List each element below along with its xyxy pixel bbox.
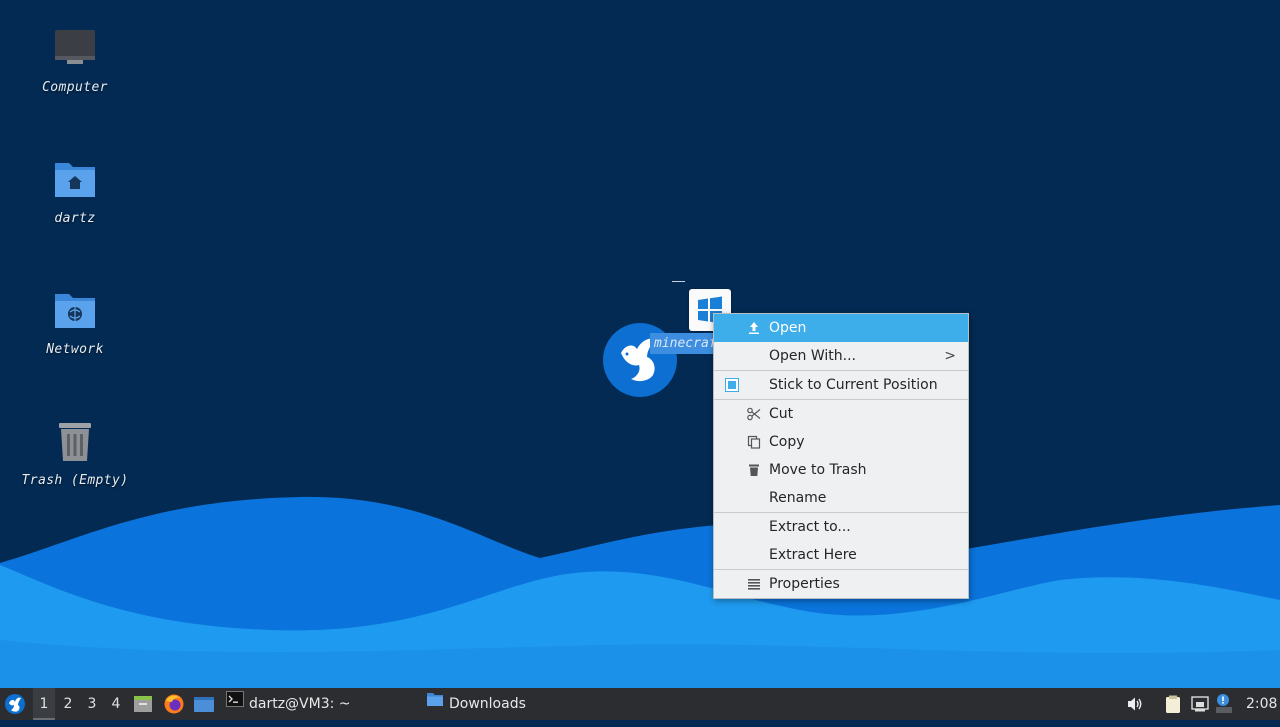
desktop-icon-network[interactable]: Network — [10, 288, 140, 357]
desktop-launcher[interactable] — [193, 688, 215, 720]
folder-icon — [426, 688, 444, 720]
menu-item-copy[interactable]: Copy — [714, 428, 968, 456]
volume-icon — [1128, 697, 1142, 711]
menu-item-properties[interactable]: Properties — [714, 570, 968, 598]
desktop-icon-label: dartz — [54, 211, 96, 226]
network-wired-icon — [1191, 696, 1209, 712]
firefox-launcher[interactable] — [163, 688, 187, 720]
trash-icon — [51, 419, 99, 467]
firefox-icon — [164, 694, 184, 714]
chevron-right-icon: > — [944, 348, 956, 364]
workspace-4[interactable]: 4 — [105, 688, 127, 720]
terminal-icon — [226, 688, 244, 720]
context-menu: Open Open With... > Stick to Current Pos… — [713, 313, 969, 599]
menu-item-label: Move to Trash — [769, 462, 867, 478]
menu-item-label: Cut — [769, 406, 794, 422]
desktop: Computer dartz Network Trash (Empty) min… — [0, 0, 1280, 688]
desktop-icon-label: Computer — [42, 80, 108, 95]
desktop-icon-home[interactable]: dartz — [10, 157, 140, 226]
start-menu-button[interactable] — [4, 688, 28, 720]
menu-item-label: Extract Here — [769, 547, 857, 563]
computer-icon — [51, 26, 99, 74]
menu-item-cut[interactable]: Cut — [714, 400, 968, 428]
workspace-1[interactable]: 1 — [33, 688, 55, 720]
menu-item-label: Stick to Current Position — [769, 377, 938, 393]
menu-item-label: Extract to... — [769, 519, 851, 535]
menu-item-label: Rename — [769, 490, 827, 506]
menu-item-extract-to[interactable]: Extract to... — [714, 513, 968, 541]
trash-icon — [747, 463, 761, 477]
taskbar: 1 2 3 4 dartz@VM3: ~ Downloads 2:08 — [0, 688, 1280, 720]
drag-marker — [672, 281, 685, 282]
menu-item-extract-here[interactable]: Extract Here — [714, 541, 968, 569]
desktop-icon-label: Trash (Empty) — [21, 473, 129, 488]
home-folder-icon — [51, 157, 99, 205]
desktop-icon-computer[interactable]: Computer — [10, 26, 140, 95]
lubuntu-logo-icon — [5, 694, 25, 714]
clipboard-icon — [1166, 695, 1180, 713]
menu-item-open[interactable]: Open — [714, 314, 968, 342]
show-desktop-icon — [194, 697, 214, 712]
open-icon — [747, 321, 761, 335]
menu-item-label: Properties — [769, 576, 840, 592]
menu-item-stick-to-position[interactable]: Stick to Current Position — [714, 371, 968, 399]
menu-item-label: Copy — [769, 434, 805, 450]
copy-icon — [747, 435, 761, 449]
file-manager-launcher[interactable] — [133, 688, 155, 720]
menu-item-rename[interactable]: Rename — [714, 484, 968, 512]
menu-item-label: Open — [769, 320, 807, 336]
workspace-2[interactable]: 2 — [57, 688, 79, 720]
update-notification-icon — [1216, 694, 1232, 713]
network-tray-button[interactable] — [1190, 688, 1212, 720]
taskbar-task-terminal[interactable]: dartz@VM3: ~ — [226, 688, 351, 720]
task-label: Downloads — [449, 696, 526, 712]
clock[interactable]: 2:08 — [1246, 688, 1277, 720]
updates-tray-button[interactable] — [1215, 688, 1237, 720]
volume-button[interactable] — [1126, 688, 1146, 720]
network-folder-icon — [51, 288, 99, 336]
menu-item-label: Open With... — [769, 348, 856, 364]
file-manager-icon — [134, 696, 152, 712]
menu-item-open-with[interactable]: Open With... > — [714, 342, 968, 370]
task-label: dartz@VM3: ~ — [249, 696, 351, 712]
menu-item-move-to-trash[interactable]: Move to Trash — [714, 456, 968, 484]
clipboard-tray-button[interactable] — [1163, 688, 1185, 720]
checkbox-icon[interactable] — [725, 378, 739, 392]
desktop-icon-label: Network — [46, 342, 104, 357]
properties-icon — [747, 577, 761, 591]
taskbar-task-downloads[interactable]: Downloads — [426, 688, 526, 720]
selected-file-label[interactable]: minecraft — [650, 333, 718, 354]
scissors-icon — [747, 407, 761, 421]
desktop-icon-trash[interactable]: Trash (Empty) — [10, 419, 140, 488]
workspace-3[interactable]: 3 — [81, 688, 103, 720]
